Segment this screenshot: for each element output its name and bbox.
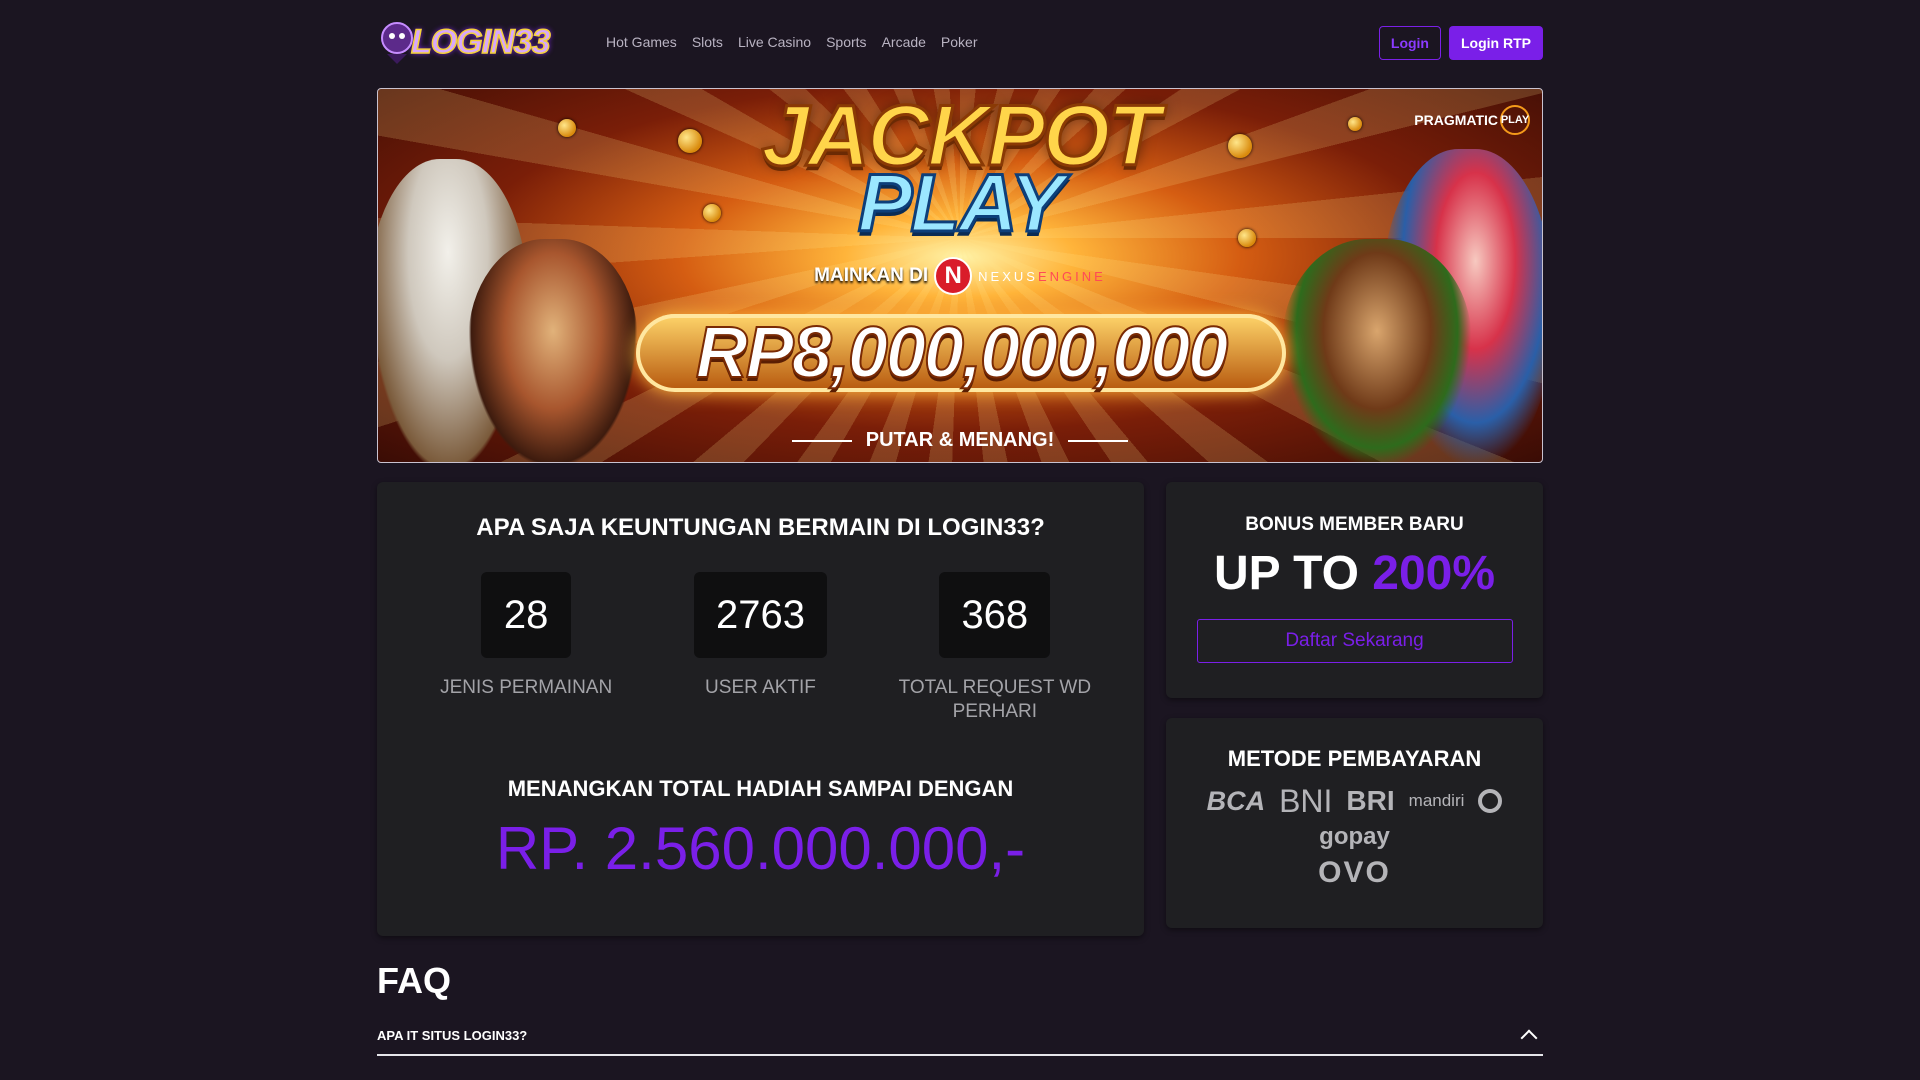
jackpot-amount: RP8,000,000,000 [636, 312, 1286, 394]
banner-mainkan-row: MAINKAN DI N NEXUSENGINE [378, 257, 1542, 295]
benefits-panel: APA SAJA KEUNTUNGAN BERMAIN DI LOGIN33? … [377, 482, 1144, 936]
bni-logo: BNI [1279, 783, 1333, 819]
stat-active-users: 2763 USER AKTIF [660, 572, 860, 724]
nav-slots[interactable]: Slots [692, 34, 723, 50]
faq-item[interactable]: APA IT SITUS LOGIN33? [377, 1016, 1543, 1056]
jackpot-banner[interactable]: JACKPOT PLAY MAINKAN DI N NEXUSENGINE RP… [377, 88, 1543, 463]
stat-value: 2763 [693, 572, 827, 658]
faq-question: APA IT SITUS LOGIN33? [377, 1027, 528, 1043]
bonus-title: BONUS MEMBER BARU [1245, 514, 1464, 535]
stat-label: JENIS PERMAINAN [440, 677, 613, 698]
stat-game-types: 28 JENIS PERMAINAN [426, 572, 626, 724]
nav-hot-games[interactable]: Hot Games [606, 34, 677, 50]
stat-withdraw-requests: 368 TOTAL REQUEST WD PERHARI [895, 572, 1095, 724]
header-actions: Login Login RTP [1378, 26, 1543, 60]
faq-title: FAQ [377, 960, 452, 1001]
stat-value: 368 [939, 572, 1051, 658]
benefits-heading: APA SAJA KEUNTUNGAN BERMAIN DI LOGIN33? [476, 514, 1045, 541]
payment-methods-panel: METODE PEMBAYARAN BCA BNI BRI mandiri go… [1166, 718, 1543, 928]
banner-title-play: PLAY [856, 158, 1066, 249]
site-logo[interactable]: LOGIN33 [377, 12, 584, 72]
bri-logo: BRI [1346, 785, 1395, 816]
login-rtp-button[interactable]: Login RTP [1449, 26, 1543, 60]
ovo-logo: OVO [1318, 856, 1391, 889]
stats-row: 28 JENIS PERMAINAN 2763 USER AKTIF 368 T… [377, 572, 1144, 724]
page: LOGIN33 Hot Games Slots Live Casino Spor… [377, 0, 1543, 1056]
logo-mascot-icon [377, 16, 417, 68]
sidebar: BONUS MEMBER BARU UP TO 200% Daftar Seka… [1166, 482, 1543, 936]
total-prize-heading: MENANGKAN TOTAL HADIAH SAMPAI DENGAN [507, 776, 1014, 801]
bonus-percent: 200% [1372, 547, 1496, 600]
content-row: APA SAJA KEUNTUNGAN BERMAIN DI LOGIN33? … [377, 482, 1543, 936]
gopay-logo: gopay [1319, 823, 1390, 850]
provider-name: PRAGMATIC [1414, 112, 1498, 128]
bca-logo: BCA [1206, 786, 1266, 816]
mandiri-logo: mandiri [1408, 791, 1465, 810]
bonus-headline: UP TO 200% [1213, 547, 1496, 600]
nexus-logo-icon: N [934, 257, 973, 295]
main-nav: Hot Games Slots Live Casino Sports Arcad… [606, 34, 978, 50]
total-prize-value: RP. 2.560.000.000,- [495, 815, 1026, 882]
logo-text: LOGIN33 [410, 22, 551, 62]
nav-sports[interactable]: Sports [826, 34, 866, 50]
site-header: LOGIN33 Hot Games Slots Live Casino Spor… [377, 0, 1543, 88]
nav-poker[interactable]: Poker [941, 34, 978, 50]
stat-label: TOTAL REQUEST WD PERHARI [898, 677, 1092, 722]
nav-arcade[interactable]: Arcade [882, 34, 926, 50]
banner-tagline: PUTAR & MENANG! [378, 429, 1542, 452]
mainkan-text: MAINKAN DI [814, 265, 929, 286]
dana-logo-icon [1478, 789, 1503, 813]
login-button[interactable]: Login [1378, 26, 1441, 60]
stat-value: 28 [481, 572, 572, 658]
bonus-panel: BONUS MEMBER BARU UP TO 200% Daftar Seka… [1166, 482, 1543, 698]
nav-live-casino[interactable]: Live Casino [738, 34, 811, 50]
payment-methods-title: METODE PEMBAYARAN [1227, 746, 1482, 771]
pragmatic-play-logo: PRAGMATIC PLAY [1414, 105, 1530, 135]
chevron-up-icon[interactable] [1520, 1029, 1538, 1047]
payment-logos: BCA BNI BRI mandiri gopay OVO [1205, 783, 1505, 889]
provider-play-badge: PLAY [1500, 105, 1530, 135]
stat-label: USER AKTIF [705, 677, 816, 698]
register-now-button[interactable]: Daftar Sekarang [1196, 619, 1513, 663]
nexus-engine-text: NEXUSENGINE [978, 268, 1106, 284]
